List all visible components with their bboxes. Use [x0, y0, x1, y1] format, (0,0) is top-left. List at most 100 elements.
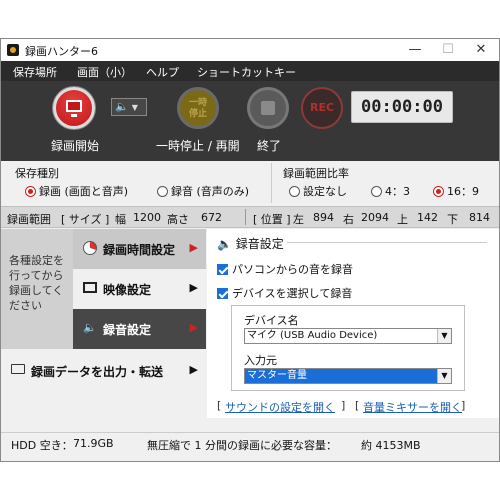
divider: [271, 163, 272, 203]
title-bar: 録画ハンター6 — ☐ ✕: [1, 39, 499, 61]
input-source-label: 入力元: [244, 354, 277, 367]
hdd-free-label: HDD 空き：: [11, 439, 73, 452]
checkbox-checked: [217, 288, 228, 299]
toolbar: 🔈 ▼ 一時 停止 REC 00:00:00 録画開始 一時停止 / 再開 終了: [1, 81, 499, 161]
radio-ratio-4-3[interactable]: 4：3: [371, 183, 410, 199]
nav-recording-time-label: 録画時間設定: [103, 243, 176, 257]
radio-dot: [371, 186, 382, 197]
radio-dot: [157, 186, 168, 197]
folder-icon: [11, 364, 25, 374]
radio-dot-selected: [433, 186, 444, 197]
radio-ratio-none[interactable]: 設定なし: [289, 183, 347, 199]
radio-ratio-16-9[interactable]: 16：9: [433, 183, 479, 199]
bracket: [: [355, 399, 360, 412]
status-bar: HDD 空き： 71.9GB 無圧縮で 1 分間の録画に必要な容量： 約 415…: [1, 432, 499, 454]
save-type-title: 保存種別: [15, 167, 59, 180]
chevron-right-icon: ▶: [189, 281, 198, 294]
menu-save-location[interactable]: 保存場所: [13, 64, 57, 80]
chevron-right-icon: ▶: [189, 363, 198, 376]
range-ratio-title: 録画範囲比率: [283, 167, 349, 180]
app-logo-icon: [7, 44, 19, 56]
radio-save-video[interactable]: 録画 (画面と音声): [25, 183, 128, 199]
bottom-label: 下: [447, 213, 458, 226]
speaker-icon: 🔈: [217, 237, 232, 251]
nav-recording-time[interactable]: 録画時間設定 ▶: [73, 229, 206, 269]
pause-button[interactable]: 一時 停止: [177, 87, 219, 129]
settings-nav: 各種設定を行ってから録画してください 録画時間設定 ▶ 映像設定 ▶ 🔈 録音設…: [1, 229, 206, 418]
monitor-icon: [83, 282, 97, 293]
menu-shortcut-keys[interactable]: ショートカットキー: [197, 64, 296, 80]
chevron-down-icon: ▼: [437, 329, 451, 343]
speaker-icon: 🔈: [83, 321, 97, 334]
divider: [287, 242, 487, 243]
input-source-select[interactable]: マスター音量 ▼: [244, 368, 452, 384]
radio-dot: [289, 186, 300, 197]
range-label: 録画範囲: [7, 213, 51, 226]
maximize-button[interactable]: ☐: [432, 40, 464, 60]
chevron-down-icon: ▼: [131, 103, 138, 112]
nav-video-settings-label: 映像設定: [103, 283, 152, 297]
checkbox-checked: [217, 264, 228, 275]
chevron-right-icon: ▶: [189, 241, 198, 254]
right-value[interactable]: 2094: [361, 211, 389, 224]
window-title: 録画ハンター6: [25, 45, 98, 58]
position-label: [ 位置 ]: [253, 213, 291, 226]
pause-label: 一時停止 / 再開: [156, 139, 240, 153]
rec-indicator: REC: [301, 87, 343, 129]
top-value[interactable]: 142: [417, 211, 438, 224]
sound-settings-link[interactable]: サウンドの設定を開く: [225, 399, 335, 415]
left-value[interactable]: 894: [313, 211, 334, 224]
chevron-down-icon: ▼: [437, 369, 451, 383]
device-name-select[interactable]: マイク (USB Audio Device) ▼: [244, 328, 452, 344]
estimate-value: 約 4153MB: [361, 439, 421, 452]
bracket: [: [217, 399, 222, 412]
right-label: 右: [343, 213, 354, 226]
menu-screen-small[interactable]: 画面（小）: [77, 64, 132, 80]
estimate-label: 無圧縮で 1 分間の録画に必要な容量：: [147, 439, 337, 452]
radio-save-audio[interactable]: 録音 (音声のみ): [157, 183, 249, 199]
audio-dropdown[interactable]: 🔈 ▼: [111, 98, 147, 116]
stop-label: 終了: [257, 139, 282, 153]
width-label: 幅: [115, 213, 126, 226]
app-window: 録画ハンター6 — ☐ ✕ 保存場所 画面（小） ヘルプ ショートカットキー 🔈…: [0, 38, 500, 462]
top-label: 上: [397, 213, 408, 226]
bottom-value[interactable]: 814: [469, 211, 490, 224]
clock-pie-icon: [83, 241, 97, 255]
stop-button[interactable]: [247, 87, 289, 129]
record-start-button[interactable]: [53, 87, 95, 129]
size-label: [ サイズ ]: [61, 213, 110, 226]
pause-icon-text: 一時 停止: [188, 98, 207, 119]
nav-output-transfer-label: 録画データを出力・転送: [31, 365, 164, 379]
height-label: 高さ: [167, 213, 189, 226]
hdd-free-value: 71.9GB: [73, 437, 114, 450]
menu-bar: 保存場所 画面（小） ヘルプ ショートカットキー: [1, 61, 499, 81]
audio-settings-panel: 🔈 録音設定 パソコンからの音を録音 デバイスを選択して録音 デバイス名 マイク…: [207, 229, 499, 418]
recording-timer: 00:00:00: [351, 91, 453, 123]
stop-icon: [261, 101, 275, 115]
speaker-icon: 🔈: [115, 100, 129, 113]
radio-dot-selected: [25, 186, 36, 197]
record-start-label: 録画開始: [51, 139, 100, 153]
chevron-right-icon: ▶: [189, 321, 198, 334]
device-name-label: デバイス名: [244, 314, 299, 327]
volume-mixer-link[interactable]: 音量ミキサーを開く: [363, 399, 462, 415]
height-value[interactable]: 672: [201, 211, 222, 224]
left-label: 左: [293, 213, 304, 226]
minimize-button[interactable]: —: [399, 40, 431, 60]
settings-hint: 各種設定を行ってから録画してください: [1, 229, 73, 349]
bracket: ]: [341, 399, 346, 412]
nav-audio-settings[interactable]: 🔈 録音設定 ▶: [73, 309, 206, 349]
bracket: ]: [461, 399, 466, 412]
save-type-section: 保存種別 録画 (画面と音声) 録音 (音声のみ) 録画範囲比率 設定なし 4：…: [1, 161, 499, 205]
device-select-group: デバイス名 マイク (USB Audio Device) ▼ 入力元 マスター音…: [231, 305, 465, 391]
nav-audio-settings-label: 録音設定: [103, 323, 152, 337]
nav-video-settings[interactable]: 映像設定 ▶: [73, 269, 206, 309]
device-audio-checkbox[interactable]: デバイスを選択して録音: [217, 285, 352, 301]
monitor-icon: [66, 100, 82, 117]
divider: [245, 209, 246, 225]
nav-output-transfer[interactable]: 録画データを出力・転送 ▶: [1, 351, 206, 391]
pc-audio-checkbox[interactable]: パソコンからの音を録音: [217, 261, 353, 277]
menu-help[interactable]: ヘルプ: [146, 64, 179, 80]
width-value[interactable]: 1200: [133, 211, 161, 224]
close-button[interactable]: ✕: [465, 40, 497, 60]
